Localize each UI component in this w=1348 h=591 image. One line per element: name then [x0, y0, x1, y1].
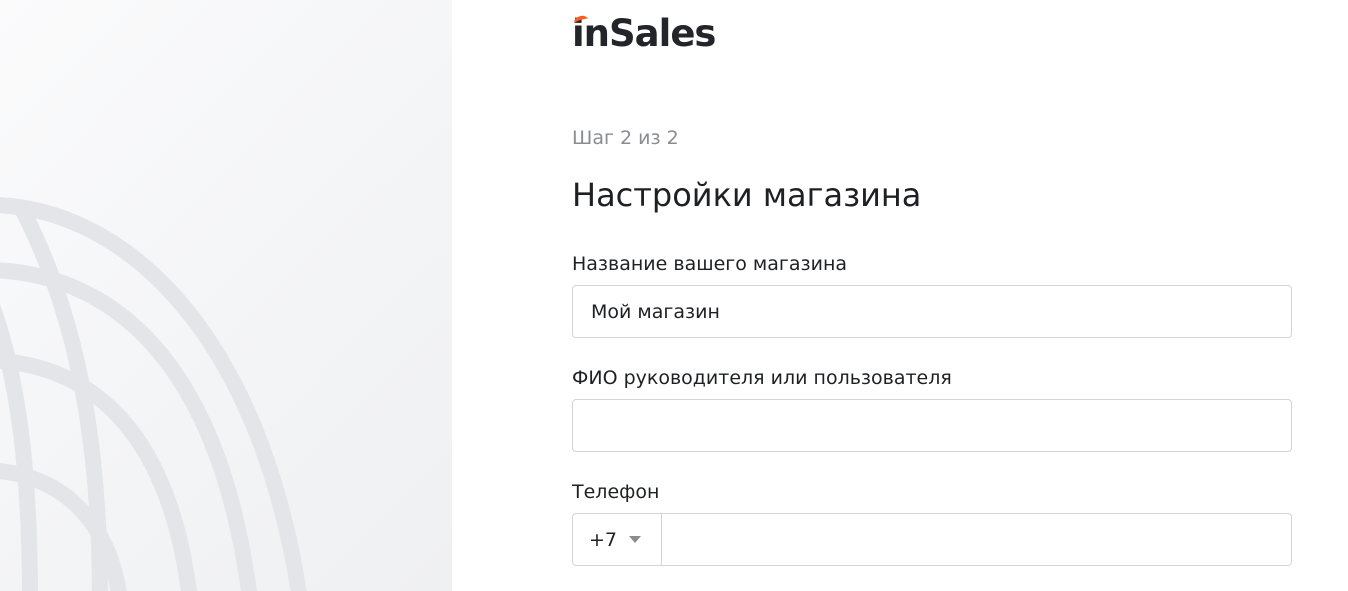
phone-field: +7 [572, 513, 1292, 566]
chevron-down-icon [629, 536, 642, 543]
owner-name-input[interactable] [572, 399, 1292, 452]
globe-lines-decoration [0, 197, 307, 591]
insales-logo: inSales [572, 12, 716, 55]
country-code-select[interactable]: +7 [573, 514, 662, 565]
phone-label: Телефон [572, 481, 660, 503]
owner-name-label: ФИО руководителя или пользователя [572, 367, 952, 389]
page-title: Настройки магазина [572, 176, 922, 214]
country-code-value: +7 [589, 528, 618, 551]
phone-input[interactable] [662, 514, 1291, 565]
decorative-side-panel [0, 0, 452, 591]
store-name-label: Название вашего магазина [572, 253, 848, 275]
step-indicator: Шаг 2 из 2 [572, 127, 679, 149]
form-panel: inSales Шаг 2 из 2 Настройки магазина На… [452, 0, 1348, 591]
store-name-input[interactable] [572, 285, 1292, 338]
